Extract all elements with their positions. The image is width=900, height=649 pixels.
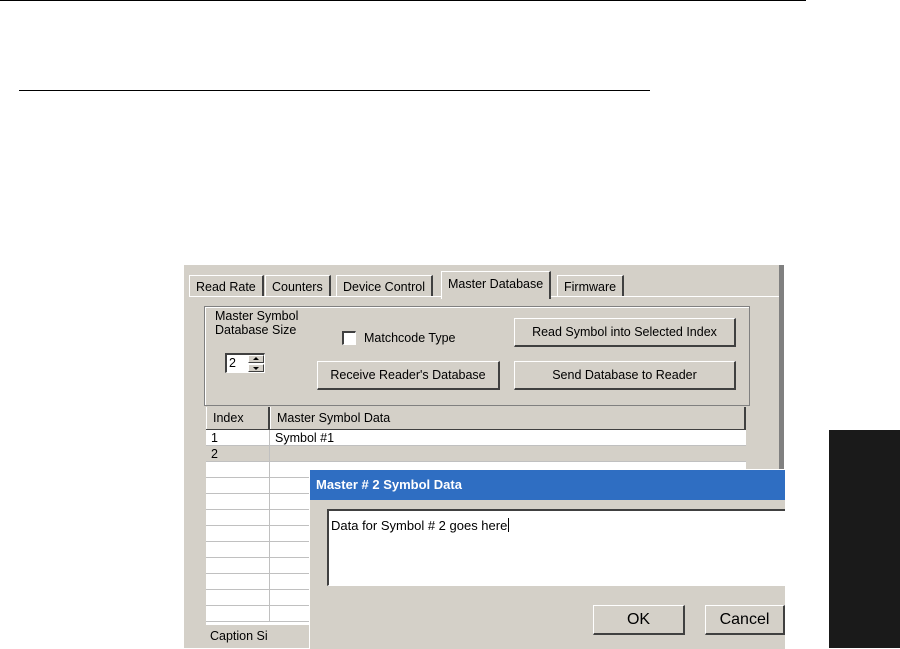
tab-counters[interactable]: Counters — [265, 275, 331, 297]
symbol-data-input[interactable]: Data for Symbol # 2 goes here — [327, 509, 785, 586]
symbol-data-cell[interactable] — [270, 446, 746, 462]
index-cell[interactable] — [206, 606, 270, 622]
index-cell[interactable] — [206, 590, 270, 606]
matchcode-type-label[interactable]: Matchcode Type — [364, 329, 456, 347]
index-cell[interactable] — [206, 526, 270, 542]
stepper-up-icon[interactable] — [248, 355, 264, 363]
symbol-data-column-header[interactable]: Master Symbol Data — [270, 407, 746, 429]
table-row-selected[interactable]: 2 — [206, 446, 746, 462]
database-size-label-line2: Database Size — [215, 323, 297, 337]
database-size-label-line1: Master Symbol — [215, 309, 299, 323]
text-caret — [508, 518, 510, 532]
symbol-data-input-text[interactable]: Data for Symbol # 2 goes here — [331, 518, 510, 533]
database-size-value[interactable]: 2 — [229, 355, 236, 372]
index-cell[interactable] — [206, 510, 270, 526]
index-cell[interactable]: 1 — [206, 430, 270, 446]
index-column-header[interactable]: Index — [206, 407, 270, 429]
stepper-down-icon[interactable] — [248, 364, 264, 372]
index-cell[interactable] — [206, 494, 270, 510]
index-cell[interactable]: 2 — [206, 446, 270, 462]
caption-size-label: Caption Si — [206, 625, 320, 648]
database-size-label: Master Symbol Database Size — [215, 309, 298, 337]
table-row[interactable]: 1 Symbol #1 — [206, 430, 746, 446]
matchcode-type-checkbox[interactable] — [342, 331, 356, 345]
index-cell[interactable] — [206, 542, 270, 558]
dialog-title-bar[interactable]: Master # 2 Symbol Data — [310, 470, 785, 500]
dialog-title: Master # 2 Symbol Data — [316, 477, 462, 492]
top-rule — [0, 0, 806, 1]
database-size-stepper[interactable]: 2 — [225, 353, 265, 373]
symbol-data-value[interactable]: Data for Symbol # 2 goes here — [331, 518, 507, 533]
tab-device-control[interactable]: Device Control — [336, 275, 433, 297]
receive-database-button[interactable]: Receive Reader's Database — [317, 361, 500, 390]
index-cell[interactable] — [206, 558, 270, 574]
stepper-buttons — [248, 355, 264, 372]
symbol-data-dialog: Master # 2 Symbol Data Data for Symbol #… — [309, 469, 785, 649]
cancel-button[interactable]: Cancel — [705, 605, 785, 635]
send-database-button[interactable]: Send Database to Reader — [514, 361, 736, 390]
read-symbol-button[interactable]: Read Symbol into Selected Index — [514, 318, 736, 347]
ok-button[interactable]: OK — [593, 605, 685, 635]
section-side-tab — [829, 430, 900, 648]
table-header: Index Master Symbol Data — [206, 407, 746, 430]
heading-rule — [19, 90, 650, 91]
index-cell[interactable] — [206, 462, 270, 478]
index-cell[interactable] — [206, 574, 270, 590]
tab-firmware[interactable]: Firmware — [557, 275, 625, 297]
tab-read-rate[interactable]: Read Rate — [189, 275, 264, 297]
index-cell[interactable] — [206, 478, 270, 494]
symbol-data-cell[interactable]: Symbol #1 — [270, 430, 746, 446]
tab-master-database[interactable]: Master Database — [441, 271, 552, 299]
